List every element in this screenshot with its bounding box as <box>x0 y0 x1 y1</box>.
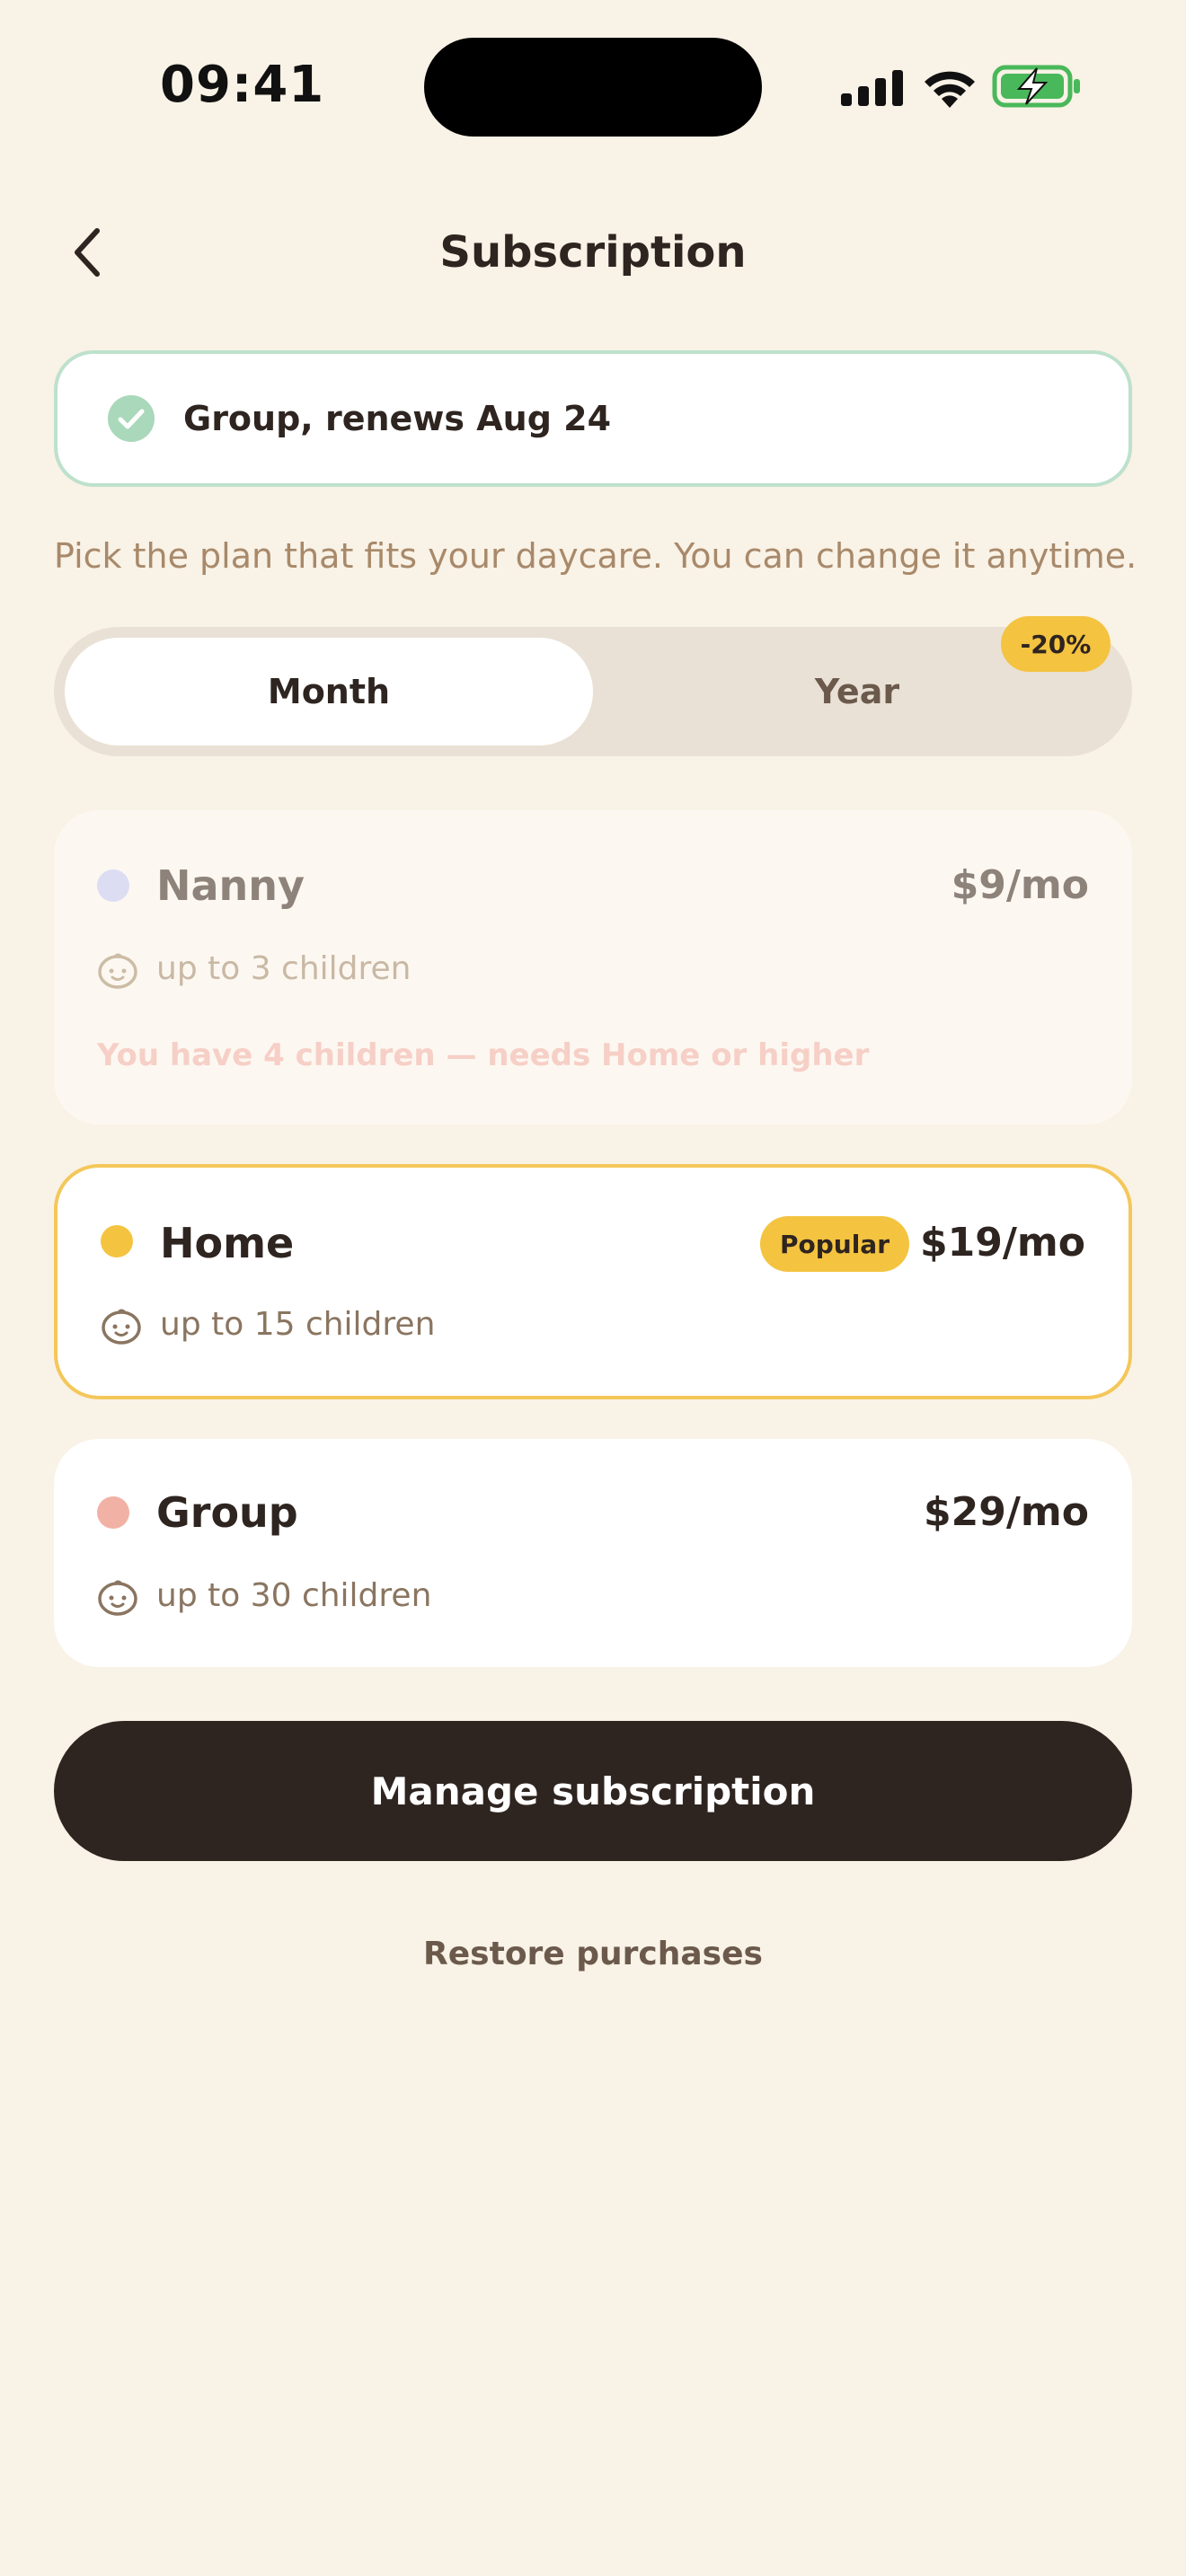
popular-badge: Popular <box>760 1216 909 1272</box>
plan-capacity: up to 15 children <box>101 1302 640 1347</box>
current-plan-banner: Group, renews Aug 24 <box>54 350 1132 487</box>
dynamic-island <box>424 38 762 137</box>
check-circle-icon <box>108 395 155 442</box>
plan-capacity: up to 3 children <box>97 947 636 992</box>
plan-warning: You have 4 children — needs Home or high… <box>97 1037 870 1073</box>
plan-card-home[interactable]: Home Popular $19/mo up to 15 children <box>54 1164 1132 1399</box>
plan-name: Home <box>160 1219 295 1267</box>
page-title: Subscription <box>439 227 747 278</box>
wifi-icon <box>925 71 975 108</box>
plan-capacity-text: up to 3 children <box>156 950 412 987</box>
plan-capacity-text: up to 30 children <box>156 1577 432 1614</box>
baby-face-icon <box>102 1309 141 1345</box>
plan-color-dot <box>97 869 129 902</box>
status-icons <box>839 63 1082 110</box>
baby-face-icon <box>98 953 137 989</box>
plan-name: Nanny <box>156 861 305 910</box>
status-time: 09:41 <box>160 56 325 114</box>
battery-charging-icon <box>992 65 1080 108</box>
plan-price: $9/mo <box>951 862 1089 908</box>
current-plan-label: Group, renews Aug 24 <box>183 399 612 438</box>
plan-capacity-text: up to 15 children <box>160 1306 436 1343</box>
billing-period-toggle: Month Year <box>54 627 1132 756</box>
discount-badge: -20% <box>1001 616 1111 672</box>
intro-text: Pick the plan that fits your daycare. Yo… <box>54 536 1137 576</box>
plan-price: $19/mo <box>920 1220 1085 1266</box>
restore-purchases-link[interactable]: Restore purchases <box>0 1929 1186 1980</box>
signal-icon <box>841 70 903 106</box>
plan-capacity: up to 30 children <box>97 1574 636 1619</box>
plan-card-nanny[interactable]: Nanny $9/mo up to 3 children You have 4 … <box>54 810 1132 1125</box>
manage-subscription-button[interactable]: Manage subscription <box>54 1721 1132 1861</box>
plan-card-group[interactable]: Group $29/mo up to 30 children <box>54 1439 1132 1667</box>
tab-month[interactable]: Month <box>65 638 593 745</box>
plan-price: $29/mo <box>924 1489 1089 1535</box>
baby-face-icon <box>98 1580 137 1616</box>
plan-color-dot <box>101 1225 133 1257</box>
plan-name: Group <box>156 1488 298 1537</box>
plan-color-dot <box>97 1496 129 1529</box>
